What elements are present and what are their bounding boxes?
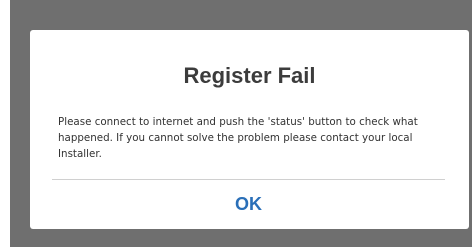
dialog-title: Register Fail xyxy=(183,63,316,88)
screen: Register Fail Please connect to internet… xyxy=(0,0,472,247)
dialog-message: Please connect to internet and push the … xyxy=(58,116,418,160)
ok-button[interactable]: OK xyxy=(52,180,445,228)
register-fail-dialog: Register Fail Please connect to internet… xyxy=(30,30,469,229)
